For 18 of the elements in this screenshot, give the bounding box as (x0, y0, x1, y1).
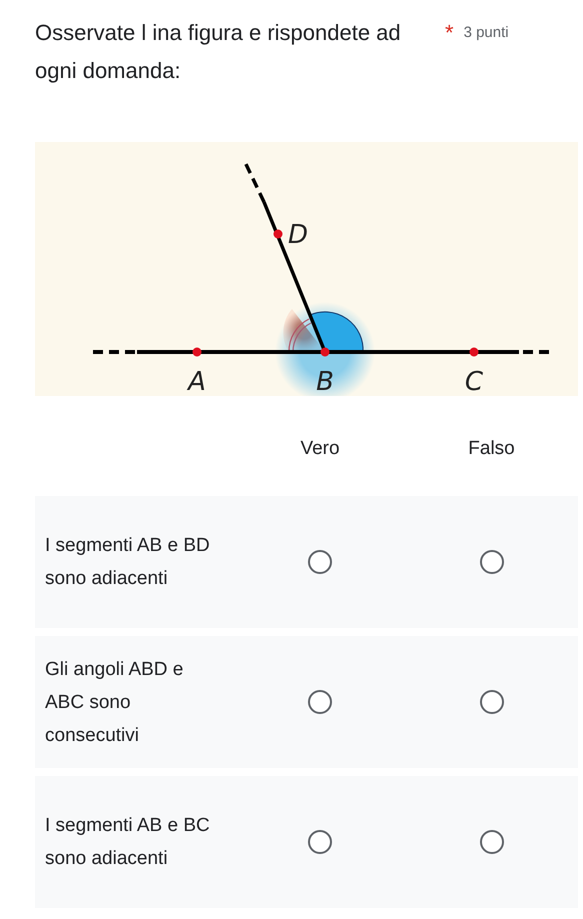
row-label: Gli angoli ABD e ABC sono consecutivi (44, 658, 184, 748)
radio-button[interactable] (480, 550, 504, 574)
row-label: I segmenti AB e BD sono adiacenti (44, 534, 211, 591)
column-header: Vero (300, 438, 340, 461)
point-label: A (188, 367, 206, 396)
point-label: D (288, 220, 308, 250)
points-label: 3 punti (464, 23, 509, 43)
column-header: Falso (468, 438, 515, 461)
radio-button[interactable] (480, 690, 504, 714)
radio-button[interactable] (308, 550, 332, 574)
required-mark: * (445, 19, 454, 47)
radio-button[interactable] (480, 830, 504, 854)
question-title: Osservate l ina figura e rispondete ad ogni domanda: (35, 19, 402, 85)
radio-button[interactable] (308, 830, 332, 854)
point-label: B (316, 367, 334, 396)
point-label: C (464, 367, 484, 396)
row-label: I segmenti AB e BC sono adiacenti (44, 814, 211, 871)
radio-button[interactable] (308, 690, 332, 714)
